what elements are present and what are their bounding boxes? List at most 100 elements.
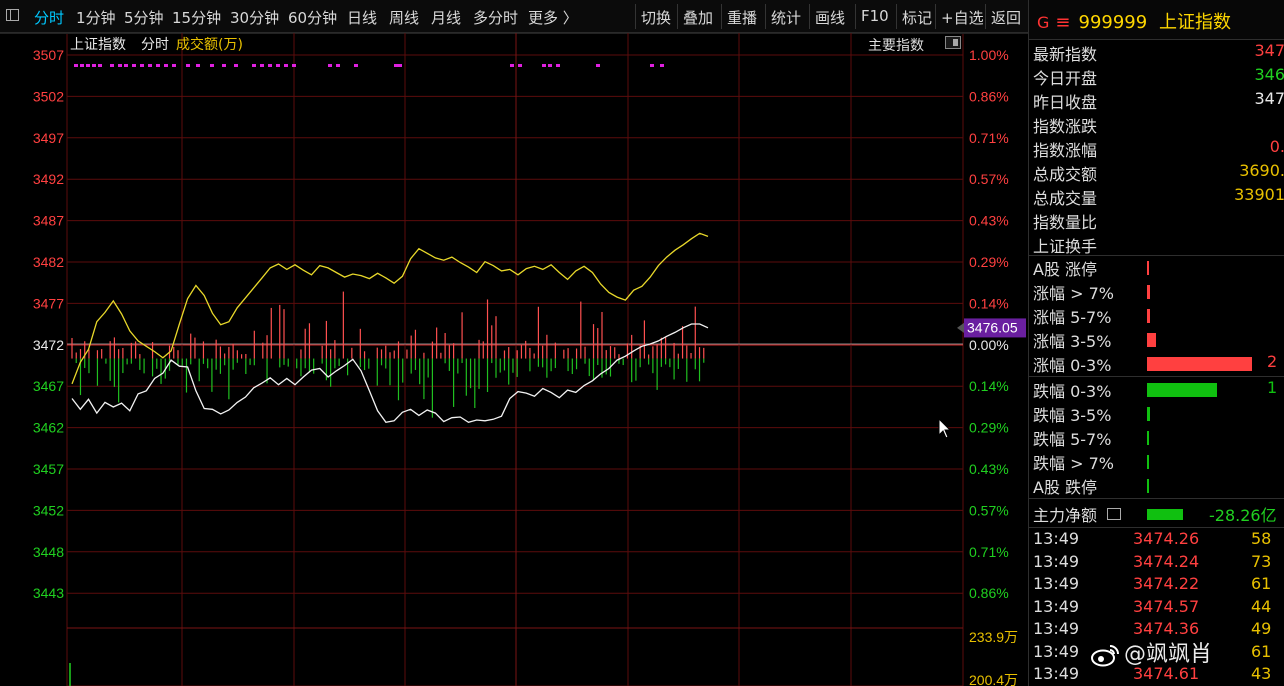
stat-label: 今日开盘 (1033, 69, 1098, 88)
signal-dot (328, 64, 332, 67)
main-index-toggle-icon[interactable] (945, 36, 961, 49)
y-tick-label: 3472 (33, 337, 64, 353)
stat-value: 347 (1254, 89, 1284, 108)
distribution-row: 跌幅 5-7% (1033, 426, 1284, 450)
period-tab[interactable]: 1分钟 (76, 7, 116, 28)
distribution-label: A股 跌停 (1033, 478, 1098, 497)
chart-volume-label: 成交额(万) (176, 37, 243, 53)
signal-dot (548, 64, 552, 67)
pct-tick-label: 0.14% (969, 295, 1009, 311)
panel-toggle-icon[interactable] (6, 9, 19, 21)
toolbar-separator (677, 4, 678, 29)
period-tab[interactable]: 多分时 (473, 7, 518, 28)
period-tab[interactable]: 月线 (431, 7, 461, 28)
pct-tick-label: 0.57% (969, 171, 1009, 187)
pct-tick-label: 0.29% (969, 420, 1009, 436)
y-tick-label: 3448 (33, 544, 64, 560)
signal-dot (510, 64, 514, 67)
chart-index-name: 上证指数 (70, 37, 126, 53)
tick-volume: 61 (1251, 641, 1272, 661)
signal-dot (660, 64, 664, 67)
watermark-text: @飒飒肖 (1124, 642, 1213, 667)
toolbar-action-button[interactable]: 返回 (991, 7, 1021, 28)
toolbar-action-button[interactable]: +自选 (941, 7, 984, 28)
toolbar-separator (935, 4, 936, 29)
signal-dot (148, 64, 152, 67)
distribution-label: 涨幅 0-3% (1033, 356, 1112, 375)
distribution-row: 涨幅 0-3% 2 (1033, 352, 1284, 376)
stat-row: 上证换手 (1033, 232, 1284, 256)
signal-dot (284, 64, 288, 67)
stat-row: 昨日收盘 347 (1033, 88, 1284, 112)
y-tick-label: 3457 (33, 461, 64, 477)
toolbar-action-button[interactable]: 重播 (727, 7, 757, 28)
toolbar-action-button[interactable]: 叠加 (683, 7, 713, 28)
period-tab[interactable]: 周线 (389, 7, 419, 28)
toolbar-action-button[interactable]: F10 (861, 7, 889, 25)
tick-time: 13:49 (1033, 529, 1080, 548)
period-tab[interactable]: 分时 (34, 7, 64, 28)
distribution-bar (1147, 333, 1156, 347)
distribution-row: 跌幅 > 7% (1033, 450, 1284, 474)
mouse-cursor-icon (938, 418, 952, 439)
divider (1029, 527, 1284, 528)
tick-row: 13:49 3474.24 73 (1033, 552, 1284, 574)
divider (1029, 376, 1284, 377)
tick-volume: 49 (1251, 619, 1272, 638)
signal-dot (222, 64, 226, 67)
period-tab[interactable]: 日线 (347, 7, 377, 28)
pct-tick-label: 0.14% (969, 378, 1009, 394)
distribution-bar (1147, 431, 1149, 445)
menu-icon[interactable]: ≡ (1055, 12, 1070, 33)
period-tab[interactable]: 15分钟 (172, 7, 221, 28)
tick-volume: 73 (1251, 551, 1272, 571)
signal-dot (556, 64, 560, 67)
signal-dot (252, 64, 256, 67)
volume-tick-label: 233.9万 (969, 629, 1018, 645)
y-tick-label: 3462 (33, 420, 64, 436)
period-tab[interactable]: 30分钟 (230, 7, 279, 28)
toolbar-separator (855, 4, 856, 29)
signal-dot (156, 64, 160, 67)
price-tag-pointer-icon (957, 322, 964, 333)
main-index-button[interactable]: 主要指数 (868, 35, 924, 55)
pct-tick-label: 1.00% (969, 47, 1009, 63)
stat-value: 3690. (1239, 161, 1284, 180)
signal-dot (596, 64, 600, 67)
stat-row: 总成交额 3690. (1033, 160, 1284, 184)
pct-tick-label: 0.43% (969, 213, 1009, 229)
stat-value: 346 (1254, 65, 1284, 84)
signal-dot (292, 64, 296, 67)
distribution-bar (1147, 357, 1252, 371)
tick-time: 13:49 (1033, 619, 1080, 638)
distribution-row: 跌幅 0-3% 1 (1033, 378, 1284, 402)
signal-dot (110, 64, 114, 67)
intraday-chart[interactable]: 3507 1.00% 3502 0.86% 3497 0.71% 3492 0.57% 3487… (0, 33, 1028, 686)
flow-detail-icon[interactable] (1107, 508, 1121, 520)
tick-time: 13:49 (1033, 641, 1080, 661)
weibo-logo-icon (1091, 645, 1119, 667)
tick-price: 3474.57 (1133, 596, 1200, 616)
period-tab[interactable]: 60分钟 (288, 7, 337, 28)
y-tick-label: 3477 (33, 295, 64, 311)
toolbar-action-button[interactable]: 统计 (771, 7, 801, 28)
signal-dot (98, 64, 102, 67)
distribution-label: 涨幅 3-5% (1033, 332, 1112, 351)
tick-row: 13:49 3474.26 58 (1033, 529, 1284, 551)
pct-tick-label: 0.57% (969, 502, 1009, 518)
distribution-label: 涨幅 5-7% (1033, 308, 1112, 327)
toolbar-action-button[interactable]: 画线 (815, 7, 845, 28)
y-tick-label: 3482 (33, 254, 64, 270)
signal-dot (518, 64, 522, 67)
distribution-bar (1147, 479, 1149, 493)
signal-dot (164, 64, 168, 67)
tick-price: 3474.24 (1133, 551, 1200, 571)
period-tab[interactable]: 更多 〉 (528, 7, 578, 28)
period-tab[interactable]: 5分钟 (124, 7, 164, 28)
toolbar-action-button[interactable]: 标记 (902, 7, 932, 28)
toolbar-action-button[interactable]: 切换 (641, 7, 671, 28)
stat-label: 指数涨幅 (1033, 141, 1098, 160)
distribution-label: 涨幅 > 7% (1033, 284, 1114, 303)
stat-label: 总成交量 (1033, 189, 1098, 208)
stat-value: 347 (1254, 41, 1284, 60)
